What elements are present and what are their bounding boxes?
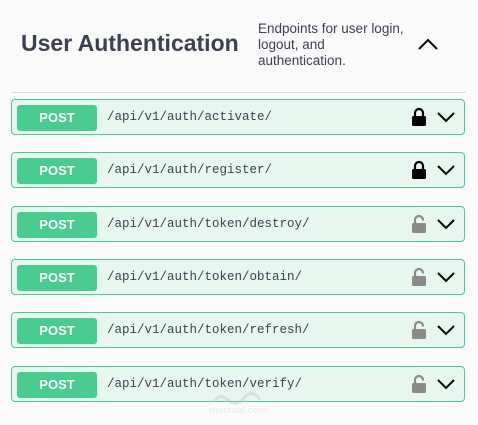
operation-row[interactable]: POST/api/v1/auth/activate/ — [11, 99, 465, 135]
lock-open-icon[interactable] — [410, 374, 428, 394]
lock-closed-icon[interactable] — [410, 160, 428, 180]
operation-row[interactable]: POST/api/v1/auth/token/obtain/ — [11, 259, 465, 295]
lock-closed-icon[interactable] — [410, 107, 428, 127]
operation-row[interactable]: POST/api/v1/auth/token/refresh/ — [11, 312, 465, 348]
watermark: mostaql.com — [206, 388, 270, 418]
lock-open-icon[interactable] — [410, 214, 428, 234]
endpoint-path: /api/v1/auth/activate/ — [107, 110, 273, 124]
endpoint-path: /api/v1/auth/token/obtain/ — [107, 270, 303, 284]
chevron-down-icon[interactable] — [436, 270, 456, 284]
lock-open-icon[interactable] — [410, 267, 428, 287]
method-badge: POST — [17, 318, 97, 344]
endpoint-path: /api/v1/auth/token/refresh/ — [107, 323, 310, 337]
method-badge: POST — [17, 105, 97, 131]
chevron-up-icon[interactable] — [417, 34, 439, 54]
lock-open-icon[interactable] — [410, 320, 428, 340]
operation-row[interactable]: POST/api/v1/auth/register/ — [11, 152, 465, 188]
endpoint-path: /api/v1/auth/register/ — [107, 163, 273, 177]
watermark-text: mostaql.com — [208, 406, 268, 416]
chevron-down-icon[interactable] — [436, 110, 456, 124]
method-badge: POST — [17, 212, 97, 238]
section-description: Endpoints for user login, logout, and au… — [258, 21, 404, 68]
section-title: User Authentication — [21, 30, 239, 56]
watermark-logo-icon — [212, 392, 262, 405]
method-badge: POST — [17, 265, 97, 291]
chevron-down-icon[interactable] — [436, 217, 456, 231]
operation-row[interactable]: POST/api/v1/auth/token/destroy/ — [11, 206, 465, 242]
chevron-down-icon[interactable] — [436, 323, 456, 337]
chevron-down-icon[interactable] — [436, 377, 456, 391]
method-badge: POST — [17, 372, 97, 398]
endpoint-path: /api/v1/auth/token/verify/ — [107, 377, 303, 391]
method-badge: POST — [17, 158, 97, 184]
endpoint-path: /api/v1/auth/token/destroy/ — [107, 217, 310, 231]
chevron-down-icon[interactable] — [436, 163, 456, 177]
section-header[interactable]: User Authentication Endpoints for user l… — [12, 0, 466, 93]
